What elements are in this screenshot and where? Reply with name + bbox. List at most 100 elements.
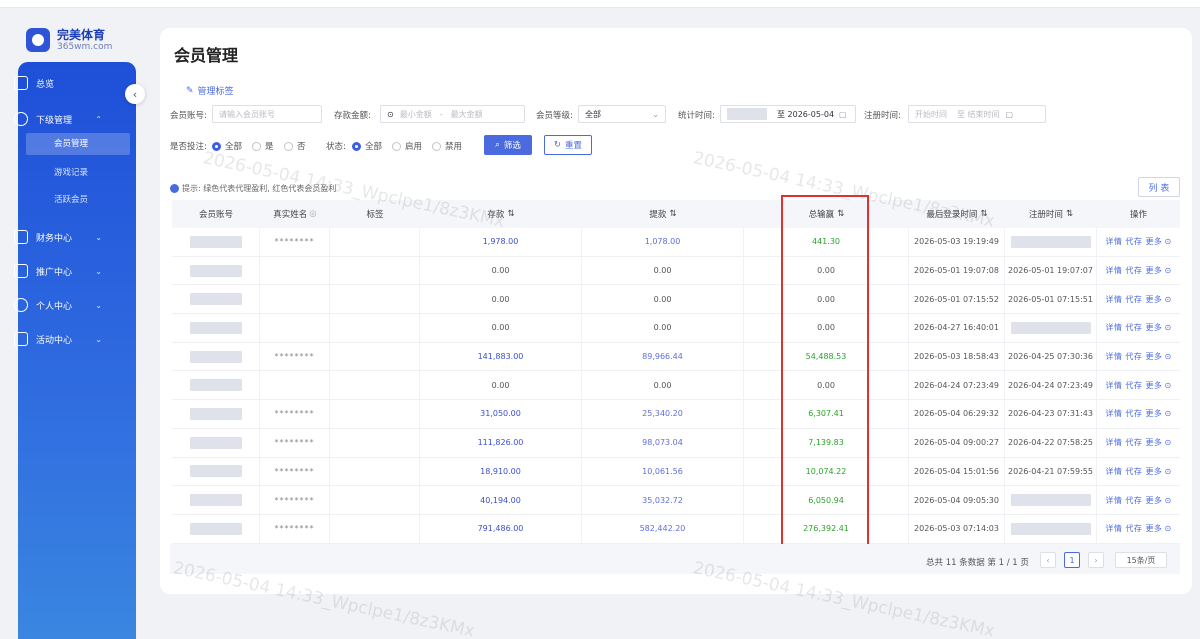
deposit-for-link[interactable]: 代存 bbox=[1125, 523, 1142, 534]
chevron-down-icon: ⌄ bbox=[95, 334, 102, 344]
cell-deposit: 0.00 bbox=[420, 371, 582, 400]
deposit-range-input[interactable]: ⊙ 最小金额 - 最大金额 bbox=[380, 105, 525, 123]
sidebar-item-finance[interactable]: 财务中心 ⌄ bbox=[8, 226, 118, 248]
promo-icon bbox=[14, 264, 28, 278]
status-disabled-radio[interactable]: 禁用 bbox=[432, 140, 462, 152]
redacted-account bbox=[189, 235, 242, 248]
chevron-left-icon: ‹ bbox=[132, 87, 138, 101]
cell-account bbox=[172, 371, 260, 400]
detail-link[interactable]: 详情 bbox=[1105, 351, 1122, 362]
sidebar-item-overview[interactable]: 总览 bbox=[8, 72, 118, 94]
deposit-for-link[interactable]: 代存 bbox=[1125, 408, 1142, 419]
sidebar-subitem-game-records[interactable]: 游戏记录 bbox=[26, 162, 130, 184]
sidebar-item-personal[interactable]: 个人中心 ⌄ bbox=[8, 294, 118, 316]
cell-tags bbox=[330, 371, 420, 400]
cell-deposit: 111,826.00 bbox=[420, 428, 582, 457]
cell-reg-time bbox=[1005, 514, 1097, 543]
detail-link[interactable]: 详情 bbox=[1105, 294, 1122, 305]
stat-time-range[interactable]: 至 2026-05-04 ▢ bbox=[720, 105, 856, 123]
redacted-account bbox=[189, 407, 242, 420]
cell-actions: 详情 代存 更多 ⊙ bbox=[1097, 228, 1180, 256]
chevron-down-circle-icon: ⊙ bbox=[1164, 466, 1172, 476]
deposit-for-link[interactable]: 代存 bbox=[1125, 265, 1142, 276]
user-icon bbox=[14, 298, 28, 312]
redacted-account bbox=[189, 350, 242, 363]
sidebar-item-subordinates[interactable]: 下级管理 ⌃ bbox=[8, 108, 118, 130]
detail-link[interactable]: 详情 bbox=[1105, 437, 1122, 448]
finance-icon bbox=[14, 230, 28, 244]
cell-withdraw: 1,078.00 bbox=[582, 228, 744, 256]
cell-withdraw: 98,073.04 bbox=[582, 428, 744, 457]
sidebar-subitem-active-members[interactable]: 活跃会员 bbox=[26, 189, 130, 211]
more-link[interactable]: 更多 bbox=[1145, 322, 1162, 333]
cell-account bbox=[172, 486, 260, 514]
deposit-for-link[interactable]: 代存 bbox=[1125, 437, 1142, 448]
next-page-button[interactable]: › bbox=[1088, 552, 1104, 568]
more-link[interactable]: 更多 bbox=[1145, 495, 1162, 506]
more-link[interactable]: 更多 bbox=[1145, 294, 1162, 305]
sidebar-subitem-members[interactable]: 会员管理 bbox=[26, 133, 130, 155]
page-number-button[interactable]: 1 bbox=[1064, 552, 1080, 568]
cell-real-name bbox=[260, 371, 330, 400]
deposit-for-link[interactable]: 代存 bbox=[1125, 466, 1142, 477]
more-link[interactable]: 更多 bbox=[1145, 523, 1162, 534]
cell-deposit: 0.00 bbox=[420, 285, 582, 314]
deposit-for-link[interactable]: 代存 bbox=[1125, 236, 1142, 247]
cell-reg-time bbox=[1005, 228, 1097, 256]
deposit-for-link[interactable]: 代存 bbox=[1125, 380, 1142, 391]
more-link[interactable]: 更多 bbox=[1145, 236, 1162, 247]
chevron-down-circle-icon: ⊙ bbox=[1164, 495, 1172, 505]
deposit-for-link[interactable]: 代存 bbox=[1125, 495, 1142, 506]
filter-button[interactable]: ⌕ 筛选 bbox=[484, 135, 532, 155]
deposit-for-link[interactable]: 代存 bbox=[1125, 322, 1142, 333]
detail-link[interactable]: 详情 bbox=[1105, 523, 1122, 534]
prev-page-button[interactable]: ‹ bbox=[1040, 552, 1056, 568]
cell-account bbox=[172, 314, 260, 342]
level-select[interactable]: 全部 ⌄ bbox=[578, 105, 666, 123]
detail-link[interactable]: 详情 bbox=[1105, 466, 1122, 477]
eye-icon: ◎ bbox=[309, 209, 317, 219]
detail-link[interactable]: 详情 bbox=[1105, 495, 1122, 506]
columns-button[interactable]: 列 表 bbox=[1138, 177, 1180, 197]
col-withdraw[interactable]: 提款 ⇅ bbox=[582, 200, 744, 228]
col-account: 会员账号 bbox=[198, 210, 233, 220]
redacted-reg-time bbox=[1010, 494, 1091, 507]
bet-no-radio[interactable]: 否 bbox=[284, 140, 306, 152]
detail-link[interactable]: 详情 bbox=[1105, 265, 1122, 276]
more-link[interactable]: 更多 bbox=[1145, 437, 1162, 448]
cell-tags bbox=[330, 342, 420, 371]
reg-time-range[interactable]: 开始时间 至 结束时间 ▢ bbox=[908, 105, 1046, 123]
more-link[interactable]: 更多 bbox=[1145, 351, 1162, 362]
cell-withdraw: 89,966.44 bbox=[582, 342, 744, 371]
cell-deposit: 0.00 bbox=[420, 256, 582, 285]
sidebar-item-events[interactable]: 活动中心 ⌄ bbox=[8, 328, 118, 350]
account-input[interactable]: 请输入会员账号 bbox=[212, 105, 322, 123]
cell-withdraw: 35,032.72 bbox=[582, 486, 744, 514]
status-enabled-radio[interactable]: 启用 bbox=[392, 140, 422, 152]
col-tags: 标签 bbox=[366, 210, 384, 220]
deposit-for-link[interactable]: 代存 bbox=[1125, 351, 1142, 362]
col-deposit[interactable]: 存款 ⇅ bbox=[420, 200, 582, 228]
status-all-radio[interactable]: 全部 bbox=[352, 140, 382, 152]
more-link[interactable]: 更多 bbox=[1145, 408, 1162, 419]
detail-link[interactable]: 详情 bbox=[1105, 322, 1122, 333]
col-last-login[interactable]: 最后登录时间 ⇅ bbox=[909, 200, 1005, 228]
bet-yes-radio[interactable]: 是 bbox=[252, 140, 274, 152]
bet-all-radio[interactable]: 全部 bbox=[212, 140, 242, 152]
page-size-select[interactable]: 15条/页 bbox=[1115, 552, 1167, 568]
collapse-sidebar-button[interactable]: ‹ bbox=[125, 84, 145, 104]
more-link[interactable]: 更多 bbox=[1145, 265, 1162, 276]
color-tip: 提示: 绿色代表代理盈利, 红色代表会员盈利 bbox=[170, 183, 336, 194]
deposit-for-link[interactable]: 代存 bbox=[1125, 294, 1142, 305]
cell-reg-time: 2026-04-21 07:59:55 bbox=[1005, 457, 1097, 486]
more-link[interactable]: 更多 bbox=[1145, 466, 1162, 477]
more-link[interactable]: 更多 bbox=[1145, 380, 1162, 391]
sidebar-item-promotion[interactable]: 推广中心 ⌄ bbox=[8, 260, 118, 282]
cell-real-name bbox=[260, 314, 330, 342]
detail-link[interactable]: 详情 bbox=[1105, 408, 1122, 419]
detail-link[interactable]: 详情 bbox=[1105, 236, 1122, 247]
manage-tags-link[interactable]: ✎ 管理标签 bbox=[186, 84, 234, 98]
col-reg-time[interactable]: 注册时间 ⇅ bbox=[1005, 200, 1097, 228]
reset-button[interactable]: ↻ 重置 bbox=[544, 135, 592, 155]
detail-link[interactable]: 详情 bbox=[1105, 380, 1122, 391]
